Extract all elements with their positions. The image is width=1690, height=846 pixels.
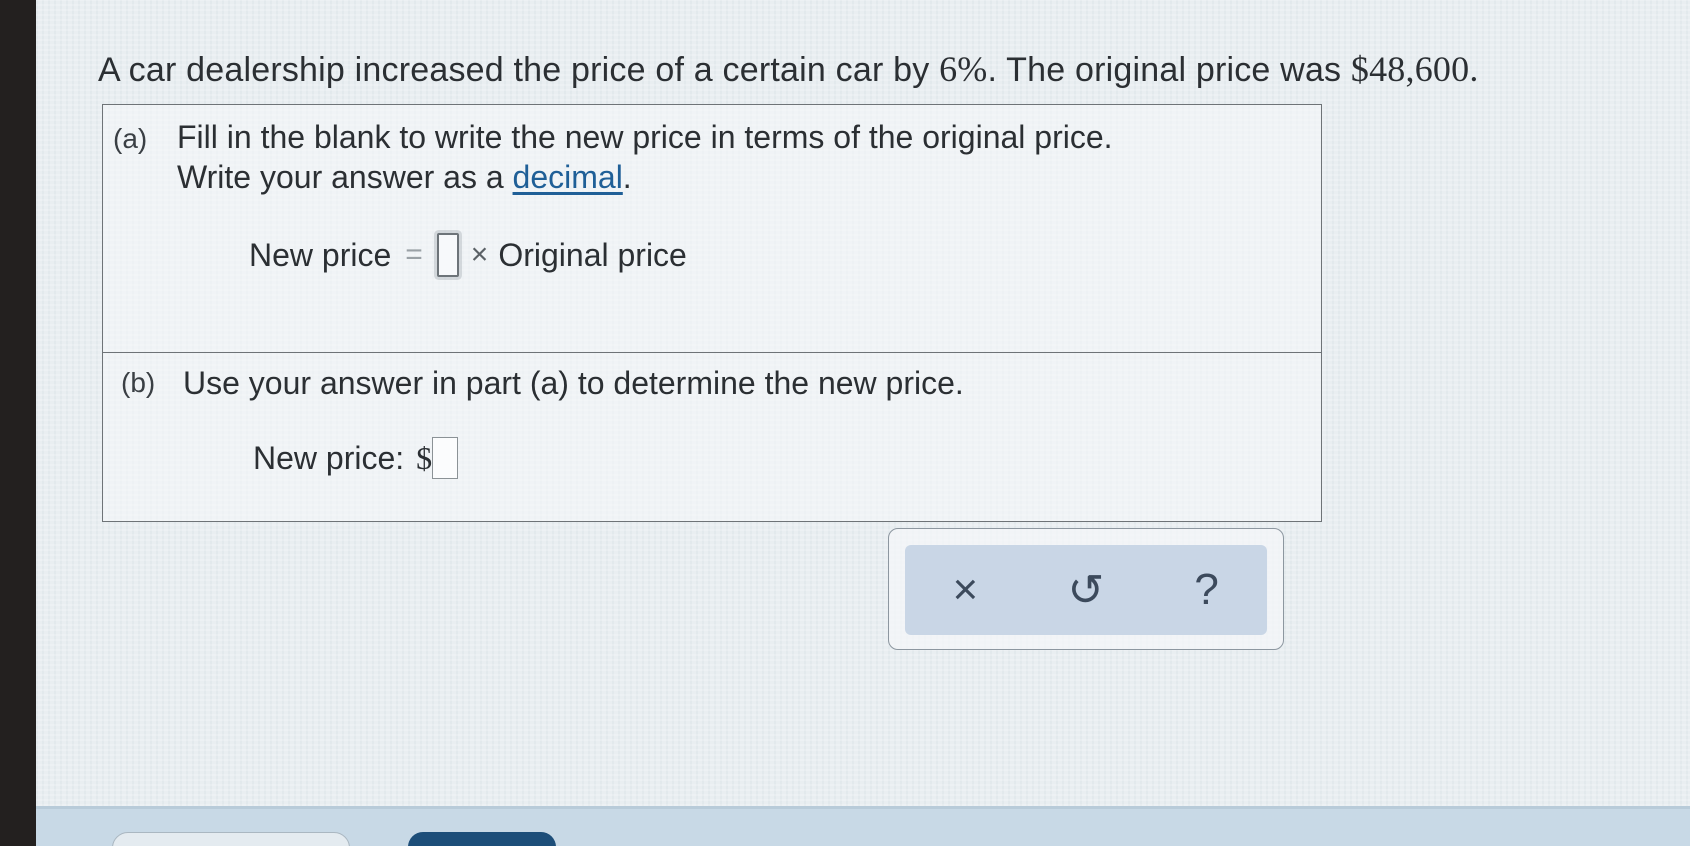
part-a-line2-suffix: . [622,159,632,195]
part-a-line2: Write your answer as a decimal. [177,157,1113,197]
multiplier-input[interactable] [436,233,459,277]
question-price: $48,600 [1350,49,1470,89]
currency-symbol: $ [416,439,433,476]
times-sign: × [470,238,489,271]
bottom-left-button[interactable] [112,832,350,846]
answer-toolbar: × ↺ ? [888,528,1284,650]
new-price-input[interactable] [432,437,459,479]
equation-right: Original price [498,236,687,273]
answer-parts-box: (a) Fill in the blank to write the new p… [102,104,1322,522]
undo-icon: ↺ [1067,565,1105,615]
bottom-primary-button[interactable] [408,832,556,846]
question-text: A car dealership increased the price of … [98,48,1479,90]
part-b-answer-row: New price: $ [253,437,459,479]
part-b-label: (b) [121,367,156,398]
new-price-prompt: New price: [253,439,405,476]
part-a-section: (a) Fill in the blank to write the new p… [103,105,1321,353]
part-b-section: (b) Use your answer in part (a) to deter… [103,353,1321,521]
clear-button[interactable]: × [930,555,1000,625]
screen: A car dealership increased the price of … [36,0,1690,846]
question-suffix: . [1469,49,1479,89]
part-b-instruction: Use your answer in part (a) to determine… [183,365,964,401]
equals-sign: = [405,238,423,271]
help-button[interactable]: ? [1172,555,1242,625]
question-percent: 6% [939,49,988,89]
part-a-line2-prefix: Write your answer as a [177,159,513,195]
equation-left: New price [249,236,392,273]
question-prefix: A car dealership increased the price of … [98,51,940,89]
undo-button[interactable]: ↺ [1051,555,1121,625]
answer-toolbar-inner: × ↺ ? [905,545,1267,635]
part-a-line1: Fill in the blank to write the new price… [177,119,1113,155]
part-a-label: (a) [113,123,148,154]
close-icon: × [952,565,979,614]
part-a-instruction: Fill in the blank to write the new price… [177,117,1113,197]
question-middle: . The original price was [987,51,1351,89]
help-icon: ? [1194,565,1219,614]
part-a-equation: New price = × Original price [249,233,687,277]
decimal-link[interactable]: decimal [513,159,623,195]
